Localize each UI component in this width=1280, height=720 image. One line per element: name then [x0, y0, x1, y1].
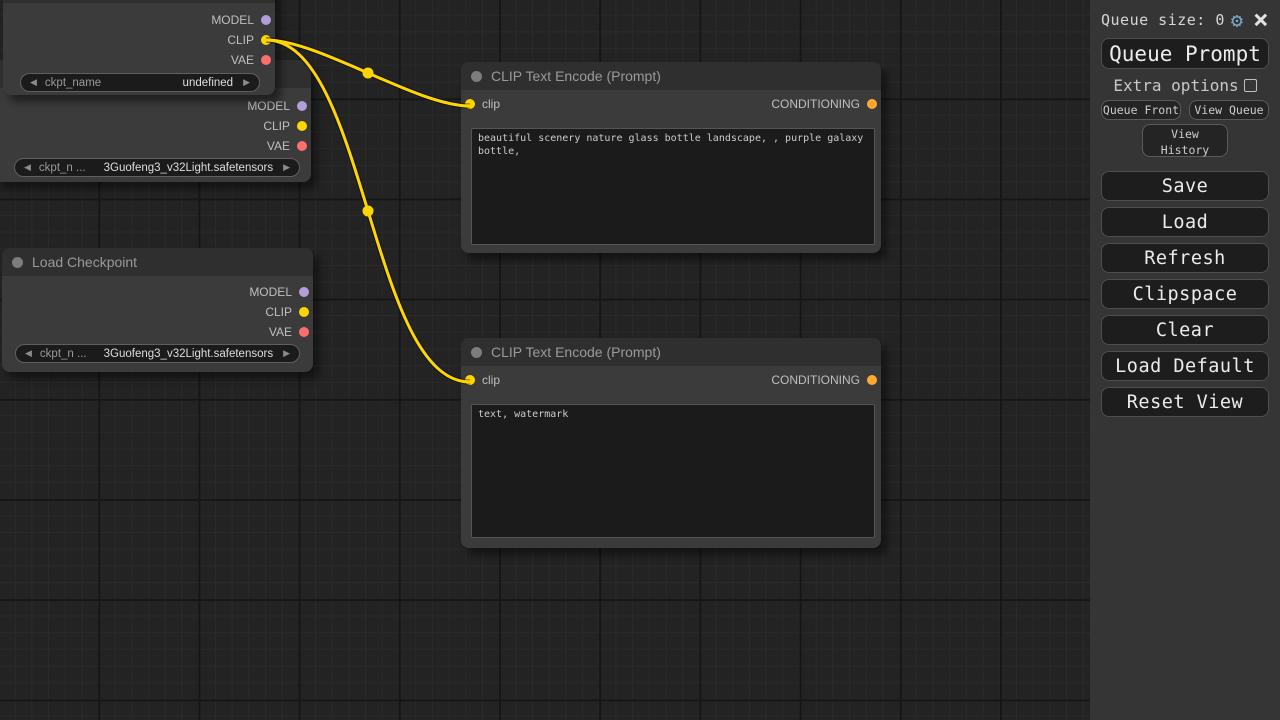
widget-name: ckpt_name — [45, 77, 101, 89]
clip-input-dot[interactable] — [465, 375, 475, 385]
combo-right-arrow-icon[interactable]: ▶ — [283, 162, 290, 173]
prompt-textarea[interactable]: beautiful scenery nature glass bottle la… — [471, 128, 875, 245]
output-clip[interactable]: CLIP — [2, 302, 313, 322]
input-label: clip — [482, 373, 500, 387]
widget-value: 3Guofeng3_v32Light.safetensors — [104, 348, 273, 360]
clip-port-dot[interactable] — [299, 307, 309, 317]
vae-port-dot[interactable] — [261, 55, 271, 65]
load-button[interactable]: Load — [1101, 207, 1269, 237]
wire-midpoint-dot[interactable] — [363, 68, 374, 79]
node-title: CLIP Text Encode (Prompt) — [491, 68, 661, 84]
close-icon[interactable]: × — [1253, 10, 1269, 30]
node-checkpoint-top[interactable]: MODEL CLIP VAE ◀ ckpt_name undefined ▶ — [3, 0, 275, 95]
node-load-checkpoint[interactable]: Load Checkpoint MODEL CLIP VAE ◀ ckpt_n … — [2, 248, 313, 372]
ckpt-name-combo[interactable]: ◀ ckpt_n ... 3Guofeng3_v32Light.safetens… — [15, 344, 300, 363]
prompt-textarea[interactable]: text, watermark — [471, 404, 875, 538]
combo-right-arrow-icon[interactable]: ▶ — [243, 77, 250, 88]
clip-port-dot[interactable] — [297, 121, 307, 131]
output-label: CLIP — [263, 119, 290, 133]
output-label: CONDITIONING — [771, 97, 860, 111]
combo-right-arrow-icon[interactable]: ▶ — [283, 348, 290, 359]
model-port-dot[interactable] — [297, 101, 307, 111]
widget-name: ckpt_n ... — [40, 348, 87, 360]
node-title-bar[interactable]: CLIP Text Encode (Prompt) — [461, 338, 881, 366]
output-model[interactable]: MODEL — [0, 96, 311, 116]
conditioning-port-dot[interactable] — [867, 375, 877, 385]
output-label: VAE — [269, 325, 292, 339]
clipspace-button[interactable]: Clipspace — [1101, 279, 1269, 309]
load-default-button[interactable]: Load Default — [1101, 351, 1269, 381]
view-history-button[interactable]: View History — [1142, 124, 1228, 157]
settings-gear-icon[interactable]: ⚙ — [1231, 10, 1243, 30]
vae-port-dot[interactable] — [299, 327, 309, 337]
vae-port-dot[interactable] — [297, 141, 307, 151]
widget-value: undefined — [183, 77, 234, 89]
node-graph-canvas[interactable]: MODEL CLIP VAE ◀ ckpt_n ... 3Guofeng3_v3… — [0, 0, 1090, 720]
output-vae[interactable]: VAE — [0, 136, 311, 156]
output-label: CLIP — [265, 305, 292, 319]
output-model[interactable]: MODEL — [3, 10, 275, 30]
wire-midpoint-dot[interactable] — [363, 206, 374, 217]
output-clip[interactable]: CLIP — [3, 30, 275, 50]
save-button[interactable]: Save — [1101, 171, 1269, 201]
node-clip-text-encode-negative[interactable]: CLIP Text Encode (Prompt) clip CONDITION… — [461, 338, 881, 548]
output-label: MODEL — [247, 99, 290, 113]
combo-left-arrow-icon[interactable]: ◀ — [30, 77, 37, 88]
output-model[interactable]: MODEL — [2, 282, 313, 302]
queue-size-label: Queue size: 0 — [1101, 11, 1225, 29]
queue-front-button[interactable]: Queue Front — [1101, 100, 1181, 120]
output-vae[interactable]: VAE — [2, 322, 313, 342]
extra-options-row: Extra options — [1101, 77, 1269, 94]
queue-prompt-button[interactable]: Queue Prompt — [1101, 38, 1269, 69]
widget-value: 3Guofeng3_v32Light.safetensors — [104, 162, 273, 174]
conditioning-port-dot[interactable] — [867, 99, 877, 109]
clip-port-dot[interactable] — [261, 35, 271, 45]
widget-name: ckpt_n ... — [39, 162, 86, 174]
menu-header: Queue size: 0 ⚙ × — [1101, 8, 1269, 32]
collapse-dot-icon[interactable] — [471, 71, 482, 82]
combo-left-arrow-icon[interactable]: ◀ — [24, 162, 31, 173]
node-title: CLIP Text Encode (Prompt) — [491, 344, 661, 360]
model-port-dot[interactable] — [261, 15, 271, 25]
node-title-bar[interactable]: Load Checkpoint — [2, 248, 313, 276]
action-buttons: Save Load Refresh Clipspace Clear Load D… — [1101, 171, 1269, 417]
extra-options-label: Extra options — [1113, 76, 1238, 95]
node-title: Load Checkpoint — [32, 254, 137, 270]
input-label: clip — [482, 97, 500, 111]
output-label: VAE — [231, 53, 254, 67]
model-port-dot[interactable] — [299, 287, 309, 297]
extra-options-checkbox[interactable] — [1244, 79, 1257, 92]
clear-button[interactable]: Clear — [1101, 315, 1269, 345]
queue-buttons-row: Queue Front View Queue — [1101, 100, 1269, 120]
combo-left-arrow-icon[interactable]: ◀ — [25, 348, 32, 359]
output-label: MODEL — [249, 285, 292, 299]
collapse-dot-icon[interactable] — [471, 347, 482, 358]
output-clip[interactable]: CLIP — [0, 116, 311, 136]
comfy-menu-panel: Queue size: 0 ⚙ × Queue Prompt Extra opt… — [1090, 0, 1280, 720]
node-title-bar[interactable]: CLIP Text Encode (Prompt) — [461, 62, 881, 90]
output-label: VAE — [267, 139, 290, 153]
output-label: CLIP — [227, 33, 254, 47]
output-vae[interactable]: VAE — [3, 50, 275, 70]
output-label: CONDITIONING — [771, 373, 860, 387]
output-label: MODEL — [211, 13, 254, 27]
collapse-dot-icon[interactable] — [12, 257, 23, 268]
clip-input-dot[interactable] — [465, 99, 475, 109]
ckpt-name-combo[interactable]: ◀ ckpt_n ... 3Guofeng3_v32Light.safetens… — [14, 158, 300, 177]
node-clip-text-encode-positive[interactable]: CLIP Text Encode (Prompt) clip CONDITION… — [461, 62, 881, 253]
ckpt-name-combo[interactable]: ◀ ckpt_name undefined ▶ — [20, 73, 260, 92]
refresh-button[interactable]: Refresh — [1101, 243, 1269, 273]
view-queue-button[interactable]: View Queue — [1189, 100, 1269, 120]
reset-view-button[interactable]: Reset View — [1101, 387, 1269, 417]
